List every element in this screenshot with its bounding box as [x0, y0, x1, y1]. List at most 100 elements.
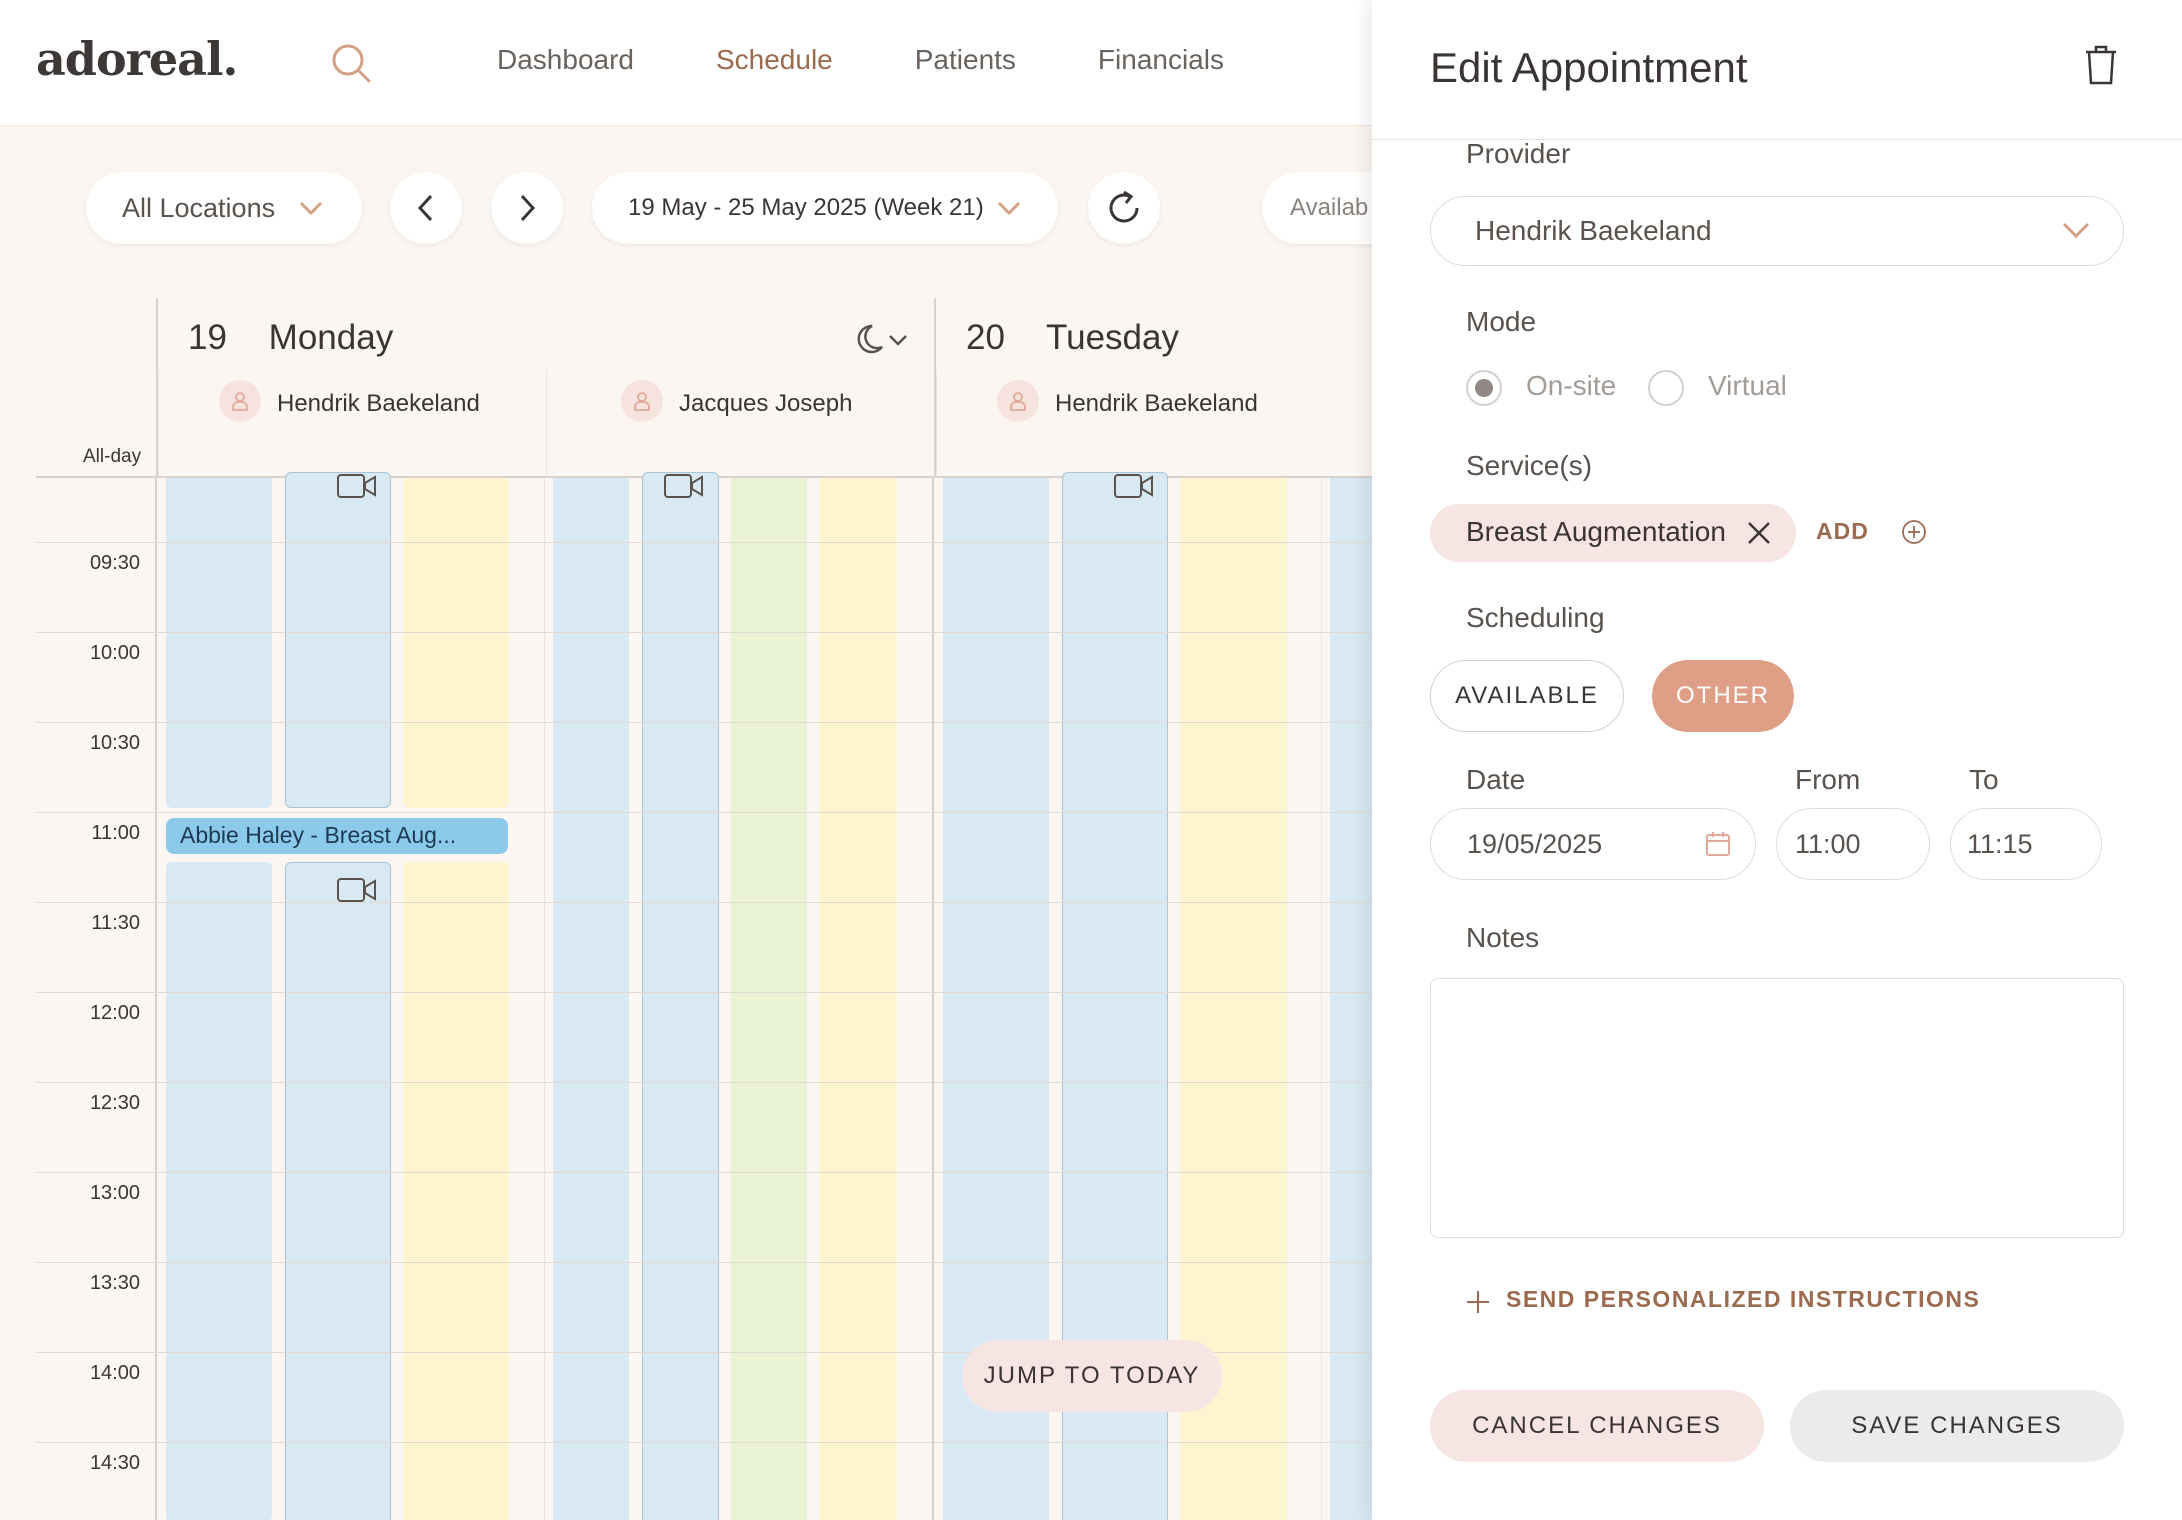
- divider: [36, 632, 1372, 633]
- mode-onsite-radio[interactable]: [1466, 370, 1502, 406]
- time-label: 14:00: [89, 1362, 140, 1384]
- provider-name: Jacques Joseph: [679, 390, 853, 417]
- divider: [36, 1262, 1372, 1263]
- divider: [36, 902, 1372, 903]
- jump-to-today-button[interactable]: JUMP TO TODAY: [962, 1340, 1222, 1412]
- availability-slot[interactable]: [403, 478, 509, 808]
- mode-virtual-label: Virtual: [1708, 370, 1787, 401]
- day-name: Monday: [268, 318, 394, 357]
- divider: [155, 478, 157, 1520]
- avatar: [219, 380, 261, 422]
- appointment-block[interactable]: Abbie Haley - Breast Aug...: [166, 818, 508, 854]
- availability-slot[interactable]: [403, 862, 509, 1520]
- scheduling-label: Scheduling: [1466, 602, 1605, 633]
- avatar: [997, 380, 1039, 422]
- user-icon: [1010, 392, 1026, 411]
- date-field-value: 19/05/2025: [1467, 829, 1603, 859]
- to-label: To: [1969, 764, 1999, 795]
- add-service-button[interactable]: ADD: [1816, 518, 1926, 545]
- time-label: 11:30: [91, 912, 140, 934]
- search-icon[interactable]: [328, 40, 374, 86]
- date-field[interactable]: 19/05/2025: [1430, 808, 1756, 880]
- availability-slot[interactable]: [1330, 478, 1372, 1520]
- divider: [36, 542, 1372, 543]
- plus-icon: [1467, 1291, 1489, 1313]
- top-bar: adoreal. Dashboard Schedule Patients Fin…: [0, 0, 1372, 126]
- next-week-button[interactable]: [491, 172, 563, 244]
- service-chip-label: Breast Augmentation: [1466, 516, 1726, 547]
- time-label: 10:30: [89, 732, 140, 754]
- availability-slot[interactable]: [285, 862, 391, 1520]
- divider: [1321, 478, 1322, 1520]
- plus-circle-icon: [1902, 520, 1926, 544]
- to-time-value: 11:15: [1967, 829, 2033, 859]
- moon-icon: [857, 324, 907, 354]
- nav-dashboard[interactable]: Dashboard: [497, 44, 634, 76]
- refresh-icon: [1109, 190, 1139, 223]
- availability-filter-label: Availab: [1290, 194, 1369, 221]
- video-icon: [337, 878, 376, 902]
- nav-patients[interactable]: Patients: [915, 44, 1016, 76]
- availability-slot[interactable]: [166, 478, 272, 808]
- cancel-changes-button[interactable]: CANCEL CHANGES: [1430, 1390, 1764, 1462]
- divider: [36, 1082, 1372, 1083]
- to-time-field[interactable]: 11:15: [1950, 808, 2102, 880]
- week-range-select[interactable]: 19 May - 25 May 2025 (Week 21): [592, 172, 1058, 244]
- mode-virtual-radio[interactable]: [1648, 370, 1684, 406]
- availability-slot[interactable]: [731, 478, 807, 1520]
- day-name: Tuesday: [1046, 318, 1179, 357]
- time-label: 14:30: [89, 1452, 140, 1474]
- provider-column-header: Hendrik Baekeland: [936, 370, 1324, 478]
- user-icon: [634, 392, 650, 411]
- prev-week-button[interactable]: [390, 172, 462, 244]
- from-time-field[interactable]: 11:00: [1776, 808, 1930, 880]
- location-select-label: All Locations: [122, 192, 276, 223]
- nav-financials[interactable]: Financials: [1098, 44, 1224, 76]
- week-range-label: 19 May - 25 May 2025 (Week 21): [628, 194, 984, 221]
- time-label: 11:00: [91, 822, 140, 844]
- time-label: 10:00: [89, 642, 140, 664]
- availability-slot[interactable]: [285, 472, 391, 808]
- divider: [36, 1172, 1372, 1173]
- availability-slot[interactable]: [553, 478, 629, 1520]
- video-icon: [664, 474, 703, 498]
- main-nav: Dashboard Schedule Patients Financials: [497, 44, 1306, 76]
- day-header-monday: 19 Monday Hendrik Baekeland Jacques Jose…: [156, 298, 934, 478]
- scheduling-available-button[interactable]: AVAILABLE: [1430, 660, 1624, 732]
- refresh-button[interactable]: [1088, 172, 1160, 244]
- time-label: 13:00: [89, 1182, 140, 1204]
- mode-label: Mode: [1466, 306, 1537, 337]
- night-mode-toggle[interactable]: [850, 320, 914, 365]
- save-changes-button[interactable]: SAVE CHANGES: [1790, 1390, 2124, 1462]
- time-label: 12:30: [89, 1092, 140, 1114]
- day-number: 20: [966, 318, 1005, 357]
- divider: [932, 478, 934, 1520]
- scheduling-other-button[interactable]: OTHER: [1652, 660, 1794, 732]
- availability-slot[interactable]: [819, 478, 897, 1520]
- close-icon[interactable]: [1746, 520, 1772, 546]
- video-icon: [337, 474, 376, 498]
- time-label: 12:00: [89, 1002, 140, 1024]
- availability-slot[interactable]: [166, 862, 272, 1520]
- day-number: 19: [188, 318, 227, 357]
- notes-label: Notes: [1466, 922, 1540, 953]
- allday-label: All-day: [83, 446, 142, 467]
- delete-button[interactable]: [2084, 44, 2118, 91]
- divider: [36, 812, 1372, 813]
- notes-textarea[interactable]: [1430, 978, 2124, 1238]
- send-instructions-link[interactable]: SEND PERSONALIZED INSTRUCTIONS: [1506, 1286, 1980, 1313]
- divider: [544, 478, 545, 1520]
- app-logo[interactable]: adoreal.: [36, 32, 238, 86]
- provider-select[interactable]: Hendrik Baekeland: [1430, 196, 2124, 266]
- location-select[interactable]: All Locations: [86, 172, 362, 244]
- chevron-down-icon: [299, 201, 323, 216]
- availability-slot[interactable]: [642, 472, 719, 1520]
- nav-schedule[interactable]: Schedule: [716, 44, 833, 76]
- date-label: Date: [1466, 764, 1526, 795]
- chevron-down-icon: [997, 201, 1021, 216]
- from-label: From: [1795, 764, 1861, 795]
- chevron-left-icon: [417, 194, 433, 222]
- panel-header: Edit Appointment: [1372, 0, 2182, 140]
- divider: [36, 1442, 1372, 1443]
- add-service-label: ADD: [1816, 518, 1869, 544]
